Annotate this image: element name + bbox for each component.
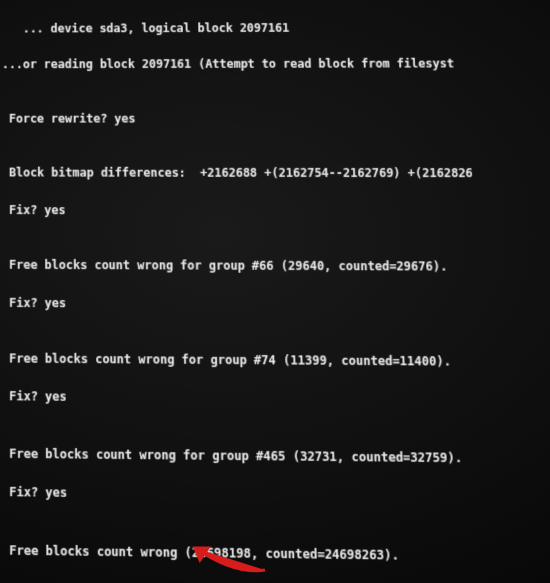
fsck-log-line [2,426,550,431]
fsck-log-line [2,91,540,92]
fsck-free-blocks-group: Free blocks count wrong for group #465 (… [2,445,550,470]
fsck-free-blocks-group: Free blocks count wrong for group #74 (1… [2,350,550,373]
fsck-fix-prompt: Fix? yes [2,293,550,315]
fsck-log-line [2,522,550,528]
fsck-block-bitmap-diff: Block bitmap differences: +2162688 +(216… [2,164,545,183]
fsck-fix-prompt: Fix? yes [2,201,546,221]
fsck-log-line [2,238,547,240]
fsck-log-line: ...or reading block 2097161 (Attempt to … [2,54,539,73]
fsck-log-line [2,331,550,334]
fsck-free-blocks-group: Free blocks count wrong for group #66 (2… [2,256,549,277]
fsck-fix-prompt: Fix? yes [2,387,550,410]
fsck-force-rewrite-prompt: Force rewrite? yes [2,109,542,127]
fsck-free-blocks-total: Free blocks count wrong (24698198, count… [2,541,550,568]
fsck-log-line: ... device sda3, logical block 2097161 [2,18,538,37]
terminal-output: ... device sda3, logical block 2097161 .… [0,0,550,583]
fsck-fix-prompt: Fix? yes [2,483,550,508]
